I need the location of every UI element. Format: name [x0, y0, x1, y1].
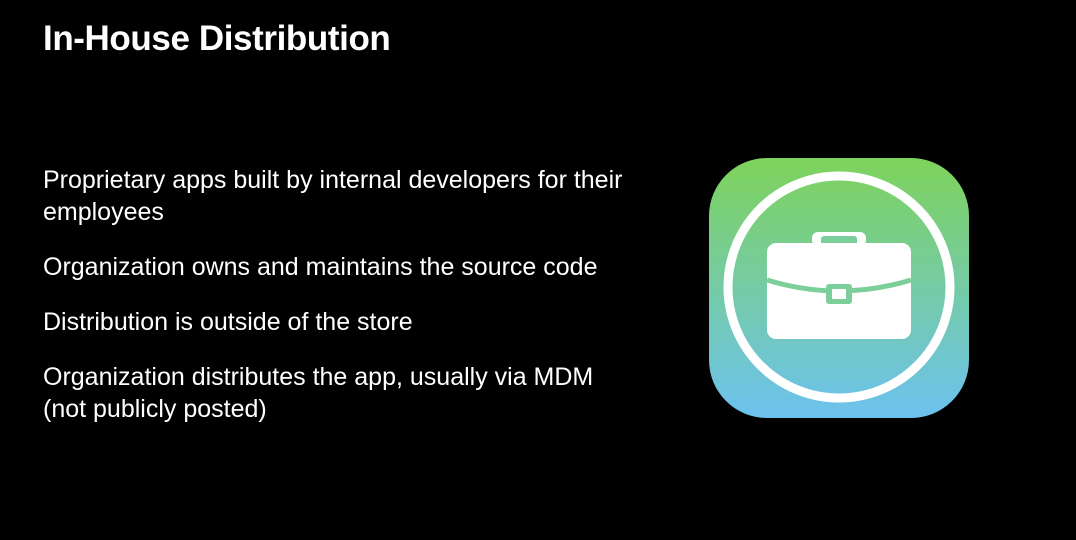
bullet-item: Organization distributes the app, usuall…: [43, 363, 594, 423]
bullet-item: Organization owns and maintains the sour…: [43, 253, 598, 281]
bullet-list: Proprietary apps built by internal devel…: [43, 164, 643, 448]
bullet-item: Distribution is outside of the store: [43, 308, 413, 336]
bullet-item: Proprietary apps built by internal devel…: [43, 166, 623, 226]
slide-title: In-House Distribution: [43, 19, 391, 58]
slide: In-House Distribution Proprietary apps b…: [0, 0, 1076, 540]
briefcase-icon: [709, 158, 969, 418]
enterprise-app-icon: [709, 158, 969, 418]
